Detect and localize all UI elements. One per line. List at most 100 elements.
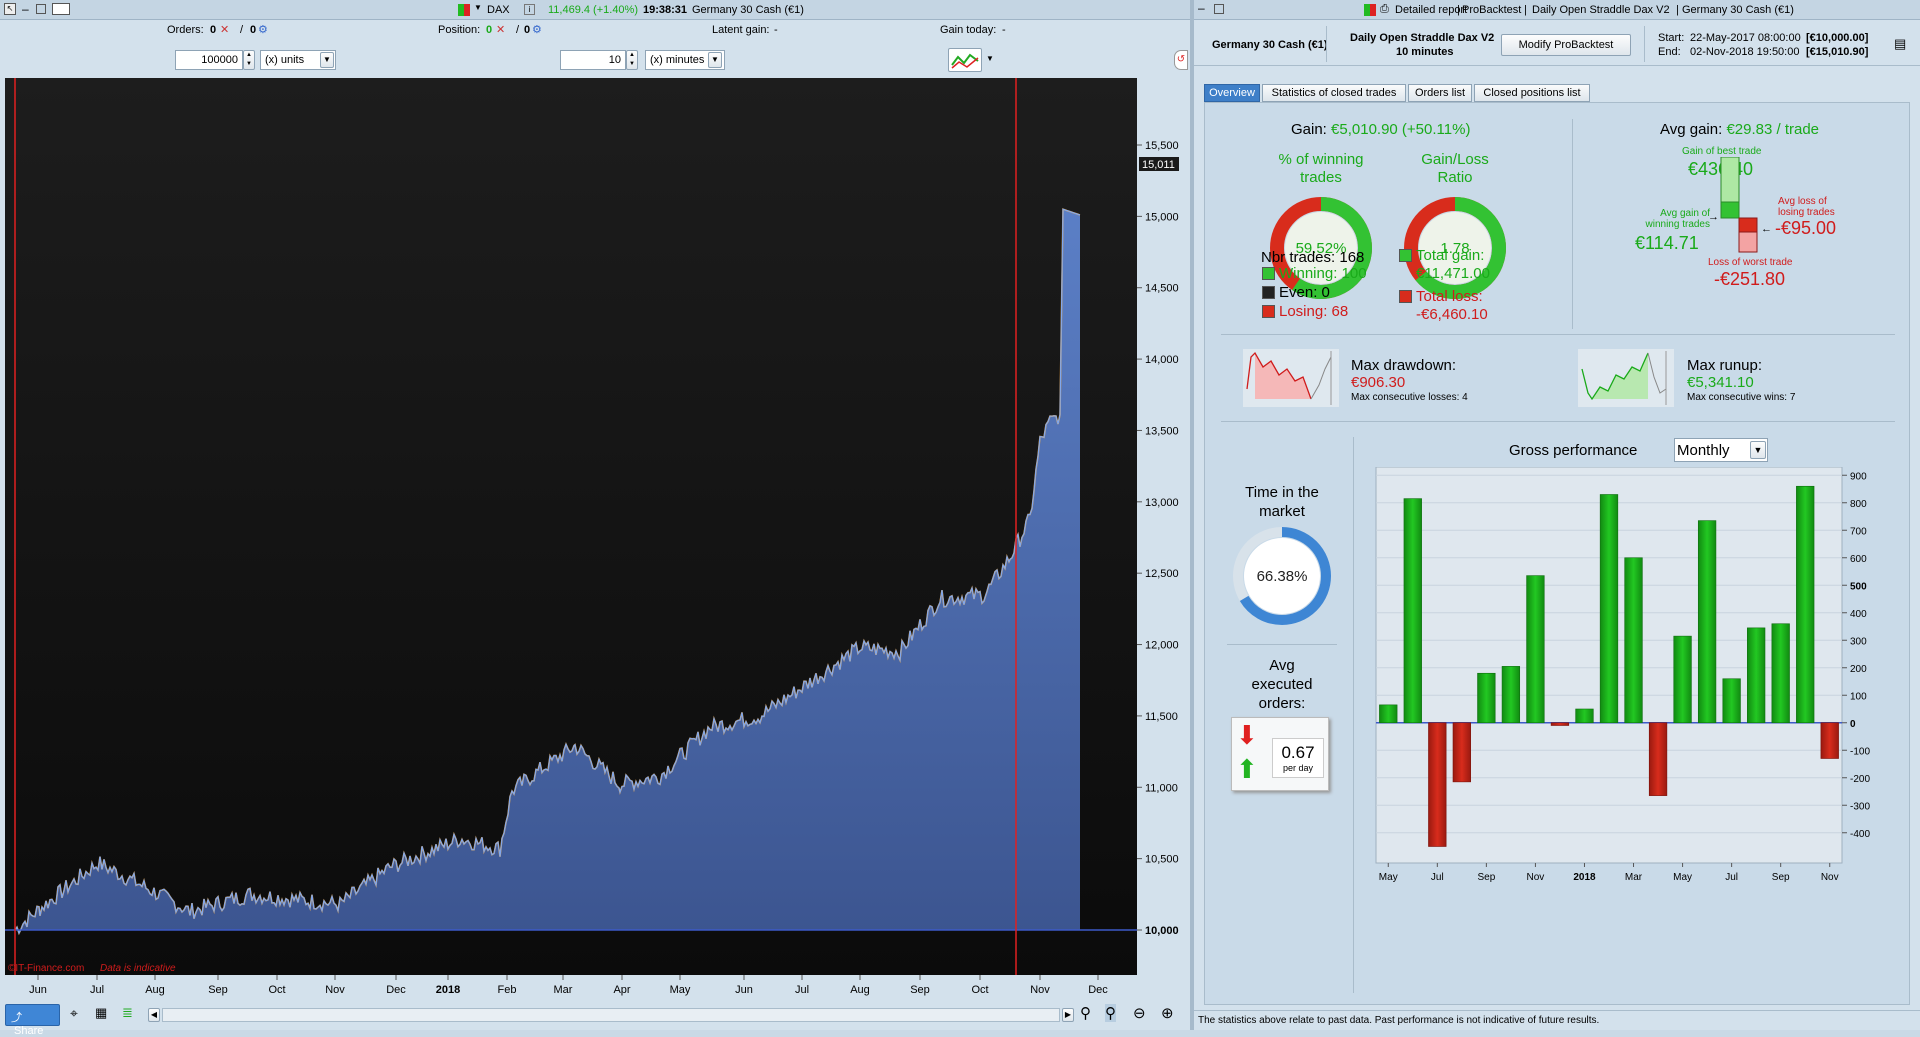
window-menu-icon[interactable]: ↖: [4, 3, 16, 15]
gross-bar[interactable]: [1477, 672, 1496, 724]
gross-y-tick-label: -300: [1850, 801, 1870, 812]
gross-bar[interactable]: [1526, 575, 1545, 724]
report-titlebar: – ⎙ Detailed report | ProBacktest | Dail…: [1194, 0, 1920, 20]
ratio-label-1: Gain/Loss: [1421, 151, 1489, 168]
even-legend-swatch: [1262, 286, 1275, 299]
position-cancel-icon[interactable]: ✕: [496, 23, 505, 36]
gross-bar[interactable]: [1796, 485, 1815, 724]
end-value: [€15,010.90]: [1806, 46, 1869, 58]
tab-orders-list[interactable]: Orders list: [1408, 84, 1472, 102]
chart-side-tool-icon[interactable]: ↺: [1174, 50, 1188, 70]
probacktest-link[interactable]: ProBacktest: [1462, 4, 1521, 16]
minutes-input[interactable]: [560, 50, 626, 70]
gross-bar[interactable]: [1550, 722, 1570, 726]
keyboard-icon[interactable]: [52, 3, 70, 15]
gross-bar[interactable]: [1599, 494, 1619, 724]
gross-bar[interactable]: [1771, 623, 1790, 724]
price-tick-label: 10,000: [1145, 925, 1179, 937]
time-tick-label: Jul: [795, 984, 809, 996]
orders-link-icon[interactable]: ⚙: [258, 23, 268, 36]
avg-orders-label-2: executed: [1251, 676, 1313, 693]
avg-win-label-1: Avg gain of: [1660, 208, 1710, 219]
price-tick-label: 15,500: [1145, 140, 1179, 152]
export-icon[interactable]: ▤: [1894, 36, 1906, 52]
orders-cancel-icon[interactable]: ✕: [220, 23, 229, 36]
dropdown-caret-icon[interactable]: ▼: [474, 3, 482, 12]
minutes-select-caret-icon[interactable]: ▼: [708, 52, 722, 68]
gross-x-tick-label: Jul: [1725, 872, 1738, 883]
gross-bar[interactable]: [1403, 498, 1422, 724]
overview-horizontal-sep-1: [1221, 334, 1895, 335]
avg-gain-bar-diagram: [1720, 157, 1758, 253]
gross-bar[interactable]: [1501, 666, 1521, 724]
modify-probacktest-button[interactable]: Modify ProBacktest: [1501, 34, 1631, 56]
calendar-tool-icon[interactable]: ▦: [95, 1005, 107, 1021]
gross-bar[interactable]: [1575, 708, 1594, 724]
gross-bar[interactable]: [1747, 627, 1766, 724]
time-tick-label: Jun: [735, 984, 753, 996]
zoom-fit-icon[interactable]: ⚲: [1105, 1004, 1116, 1022]
maximize-icon[interactable]: [36, 4, 46, 14]
gross-period-label: Monthly: [1677, 442, 1730, 459]
avg-orders-label: Avg executed orders:: [1225, 656, 1339, 713]
chart-type-button[interactable]: [948, 48, 982, 72]
avg-orders-label-3: orders:: [1258, 695, 1306, 712]
losing-legend-swatch: [1262, 305, 1275, 318]
chart-type-caret-icon[interactable]: ▼: [986, 54, 994, 63]
avg-win-arrow-icon: →: [1708, 211, 1719, 223]
start-label: Start:: [1658, 32, 1685, 44]
price-tick-label: 10,500: [1145, 854, 1179, 866]
winning-count: Winning: 100: [1279, 265, 1367, 282]
avg-orders-value-box: 0.67 per day: [1272, 738, 1324, 778]
minimize-icon[interactable]: –: [22, 2, 29, 16]
minutes-stepper[interactable]: ▲ ▼: [626, 50, 638, 70]
zoom-in-icon[interactable]: ⊕: [1161, 1004, 1174, 1022]
auto-zoom-icon[interactable]: ⚲: [1080, 1004, 1091, 1022]
share-label: Share: [14, 1025, 44, 1037]
tab-statistics[interactable]: Statistics of closed trades: [1262, 84, 1406, 102]
runup-value: €5,341.10: [1687, 374, 1754, 391]
instrument-name[interactable]: DAX: [487, 4, 510, 16]
position-value-2: 0: [524, 24, 531, 36]
instrument-contract: Germany 30 Cash (€1): [692, 4, 804, 16]
units-stepper[interactable]: ▲ ▼: [243, 50, 255, 70]
gross-bar[interactable]: [1452, 722, 1471, 783]
tab-overview[interactable]: Overview: [1204, 84, 1260, 102]
gross-x-tick-label: 2018: [1573, 872, 1596, 883]
zoom-out-icon[interactable]: ⊖: [1133, 1004, 1146, 1022]
price-tick-label: 11,000: [1145, 782, 1178, 794]
position-label: Position:: [438, 24, 481, 36]
time-tick-label: 2018: [436, 984, 460, 996]
tab-closed-positions[interactable]: Closed positions list: [1474, 84, 1590, 102]
info-icon[interactable]: i: [524, 4, 535, 15]
crosshair-tool-icon[interactable]: ⌖: [70, 1005, 78, 1022]
gross-bar[interactable]: [1820, 722, 1839, 759]
candles-tool-icon[interactable]: ≣: [122, 1005, 133, 1021]
scroll-right-button[interactable]: ▶: [1062, 1008, 1074, 1022]
report-restore-icon[interactable]: [1214, 4, 1224, 14]
current-price-badge-text: 15,011: [1142, 159, 1175, 171]
gross-bar[interactable]: [1697, 520, 1717, 724]
price-chart[interactable]: 15,500 15,000 14,500 14,000 13,500 13,000 12,5…: [0, 78, 1190, 1000]
avg-gain-label: Avg gain:: [1660, 121, 1723, 138]
gross-bar[interactable]: [1624, 557, 1643, 724]
horizontal-scrollbar[interactable]: [162, 1008, 1060, 1022]
units-select-caret-icon[interactable]: ▼: [320, 52, 334, 68]
gross-bar[interactable]: [1648, 722, 1668, 796]
position-link-icon[interactable]: ⚙: [532, 23, 542, 36]
gross-bar[interactable]: [1379, 704, 1398, 724]
gross-bar[interactable]: [1673, 635, 1692, 724]
position-info-bar: Orders: 0 ✕ / 0 ⚙ Position: 0 ✕ / 0 ⚙ La…: [0, 20, 1190, 40]
share-button[interactable]: ⤴ Share: [5, 1004, 60, 1037]
gross-bar[interactable]: [1722, 678, 1741, 724]
gross-bar[interactable]: [1428, 722, 1447, 847]
position-slash: /: [516, 24, 520, 36]
print-icon[interactable]: ⎙: [1380, 3, 1389, 16]
gross-performance-label: Gross performance: [1509, 442, 1638, 459]
time-tick-label: Aug: [850, 984, 870, 996]
scroll-left-button[interactable]: ◀: [148, 1008, 160, 1022]
units-input[interactable]: [175, 50, 243, 70]
best-trade-bar: [1720, 157, 1740, 203]
report-minimize-icon[interactable]: –: [1198, 1, 1205, 15]
gross-period-caret-icon[interactable]: ▼: [1750, 441, 1766, 459]
